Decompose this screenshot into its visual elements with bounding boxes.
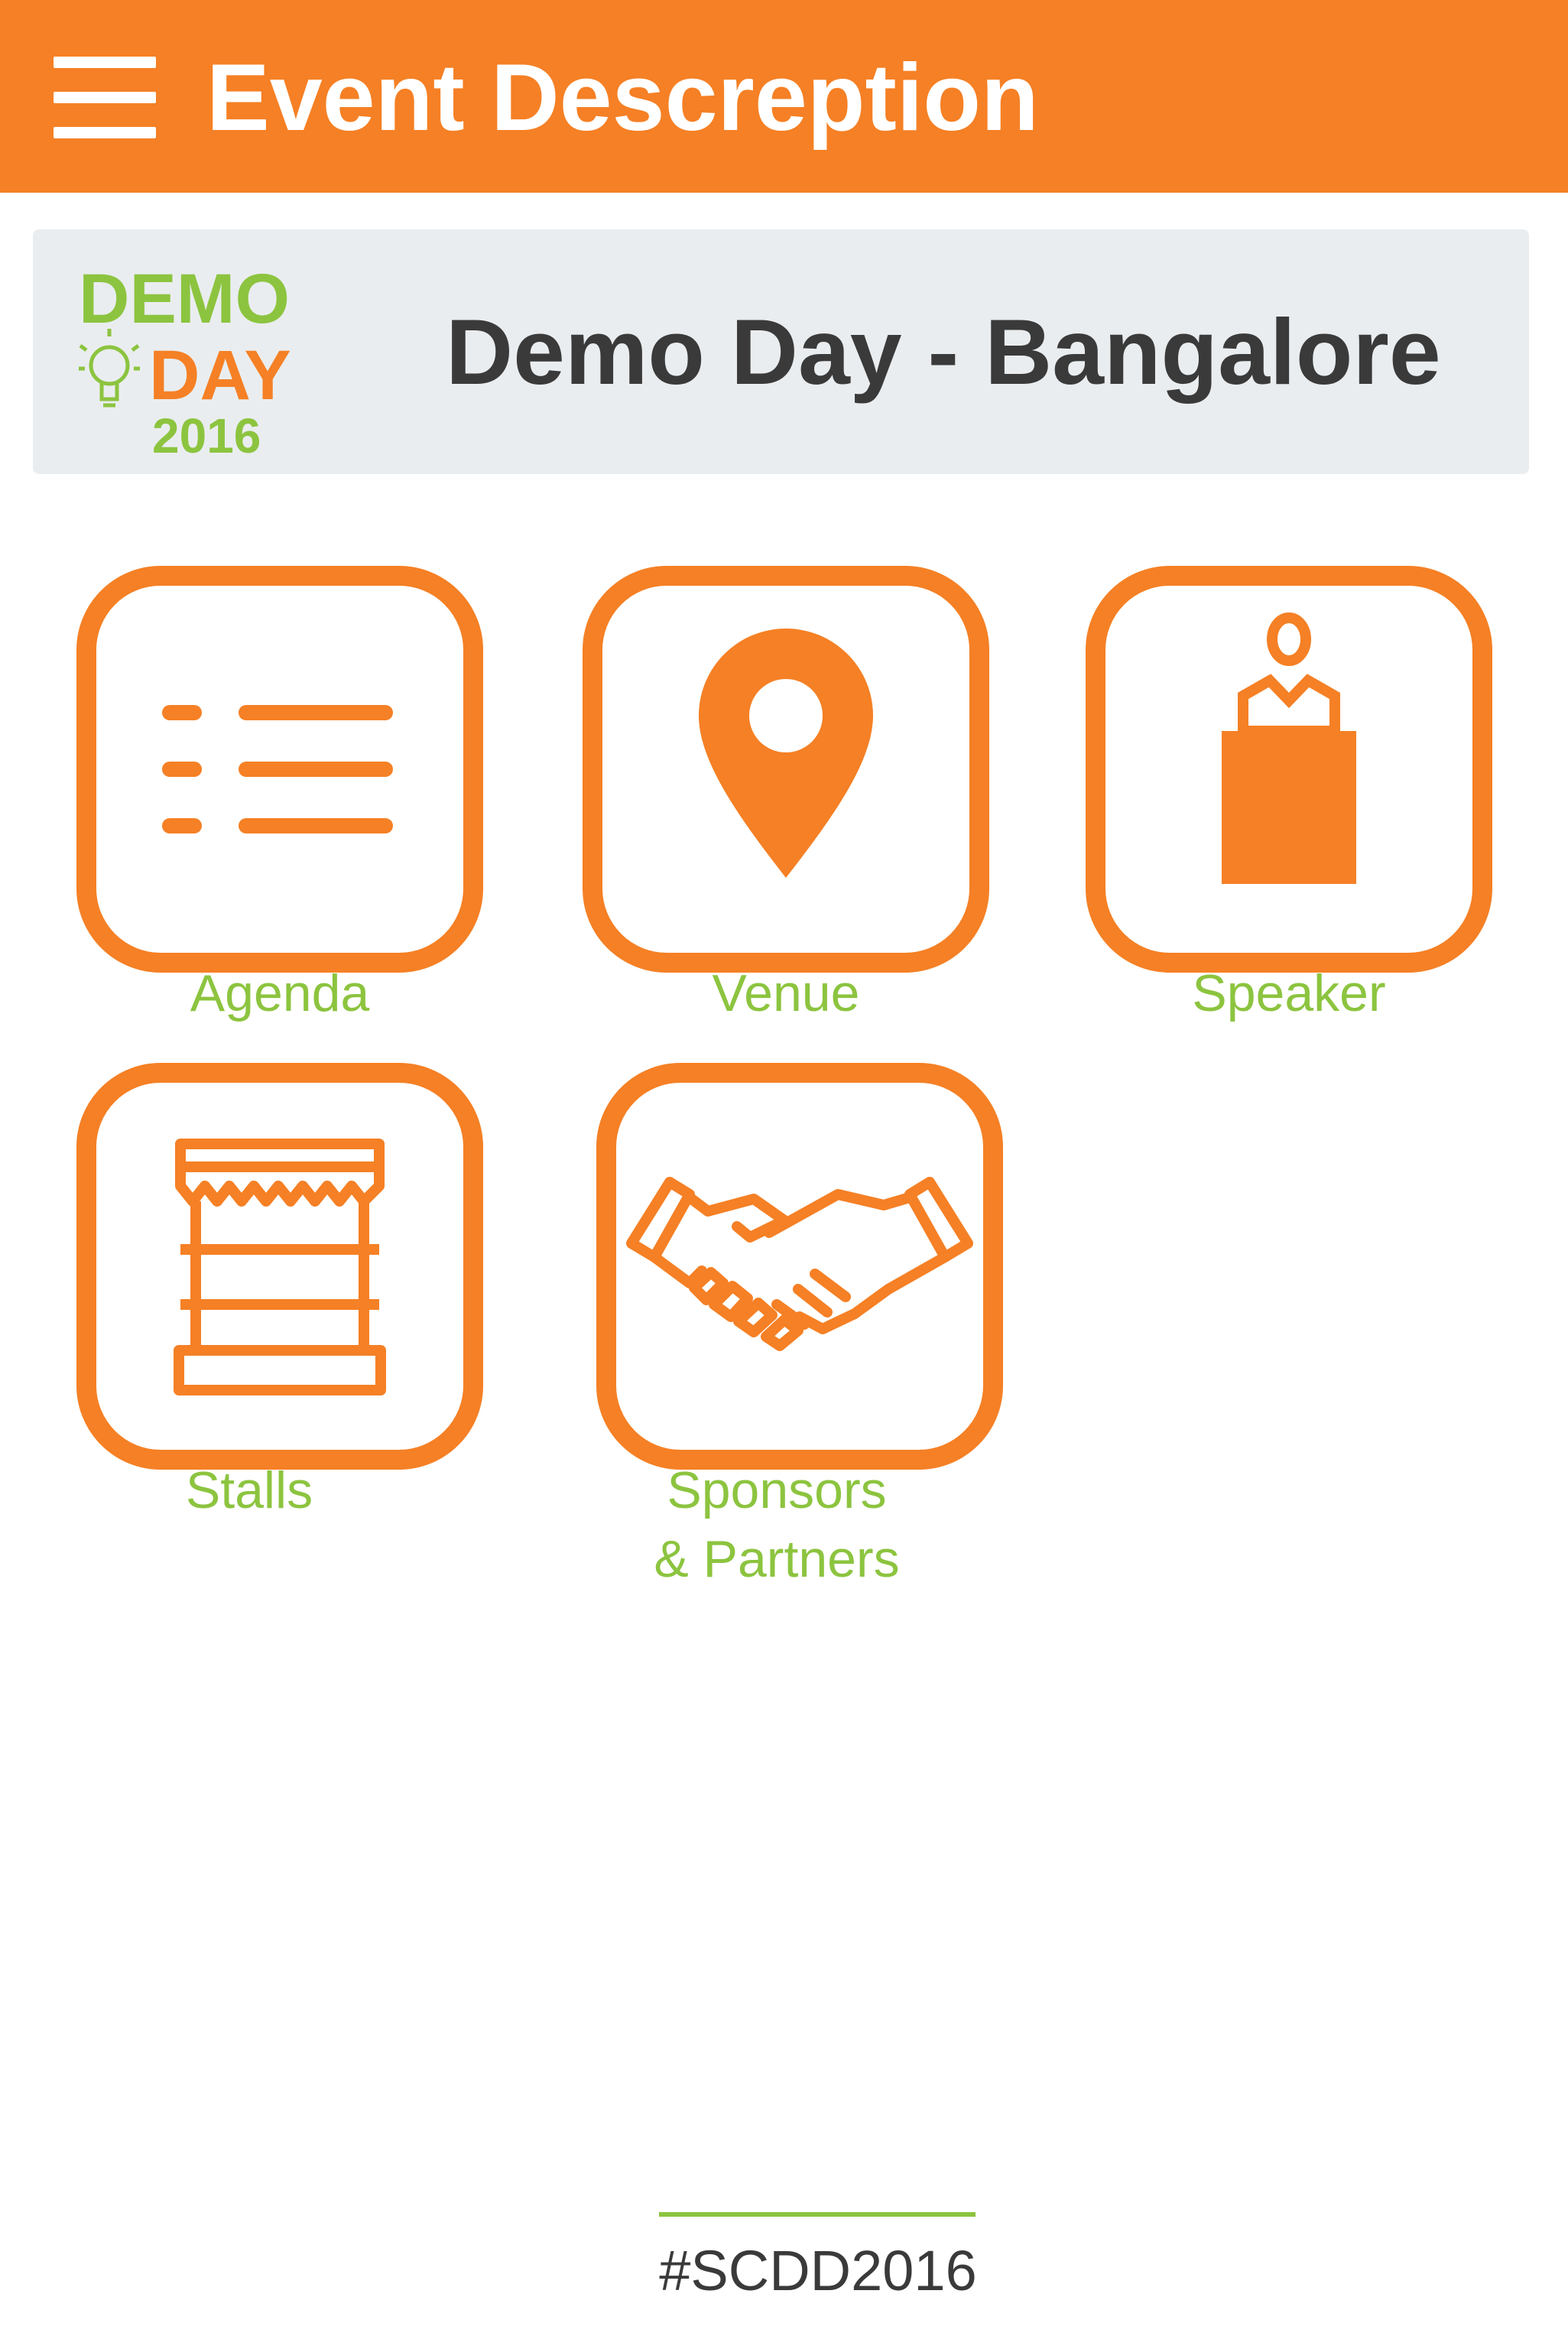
list-icon bbox=[162, 705, 393, 833]
page-title: Event Descreption bbox=[206, 45, 1039, 151]
agenda-button[interactable] bbox=[76, 566, 483, 973]
venue-button[interactable] bbox=[583, 566, 989, 973]
footer-divider bbox=[659, 2212, 976, 2217]
handshake-icon bbox=[626, 1177, 973, 1351]
venue-label: Venue bbox=[712, 964, 860, 1022]
speaker-button[interactable] bbox=[1086, 566, 1492, 973]
demo-day-logo: DEMO DAY 2016 bbox=[79, 260, 291, 459]
sponsors-partners-button[interactable] bbox=[596, 1063, 1003, 1470]
sponsors-partners-label: Sponsors & Partners bbox=[528, 1456, 1026, 1594]
svg-text:DEMO: DEMO bbox=[79, 260, 290, 338]
agenda-label: Agenda bbox=[190, 964, 370, 1022]
event-header-card: DEMO DAY 2016 Demo Day - Bangalore bbox=[33, 229, 1529, 474]
sponsors-label-line2: & Partners bbox=[654, 1530, 900, 1588]
svg-text:DAY: DAY bbox=[149, 336, 291, 414]
stalls-label: Stalls bbox=[185, 1461, 313, 1519]
hamburger-menu-icon[interactable] bbox=[54, 57, 156, 139]
market-stall-icon bbox=[174, 1139, 386, 1395]
map-pin-icon bbox=[699, 629, 873, 878]
event-title: Demo Day - Bangalore bbox=[446, 300, 1441, 404]
stalls-button[interactable] bbox=[76, 1063, 483, 1470]
podium-speaker-icon bbox=[1222, 612, 1356, 884]
app-bar: Event Descreption bbox=[0, 0, 1568, 193]
hashtag-text: #SCDD2016 bbox=[659, 2239, 977, 2302]
sponsors-label-line1: Sponsors bbox=[667, 1461, 887, 1519]
svg-text:2016: 2016 bbox=[152, 408, 261, 459]
speaker-label: Speaker bbox=[1192, 964, 1386, 1022]
